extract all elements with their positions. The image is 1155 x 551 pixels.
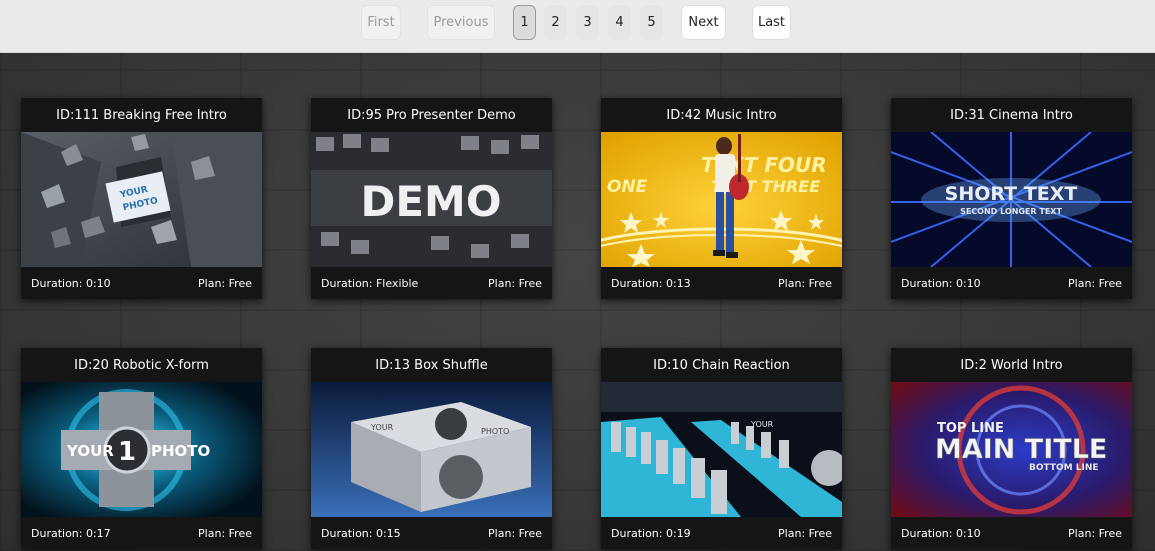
video-duration: Duration: Flexible (321, 276, 419, 290)
thumb-caption: BOTTOM LINE (1029, 463, 1099, 473)
video-meta: Duration: 0:13 Plan: Free (601, 267, 842, 299)
page-4-button[interactable]: 4 (608, 5, 631, 40)
thumb-caption: YOUR (750, 420, 774, 429)
video-thumbnail[interactable]: YOUR (601, 382, 842, 517)
thumb-caption: SECOND LONGER TEXT (960, 207, 1062, 216)
video-thumbnail[interactable]: YOUR 1 PHOTO (21, 382, 262, 517)
first-page-button[interactable]: First (361, 5, 401, 40)
video-title[interactable]: ID:42 Music Intro (601, 98, 842, 132)
next-page-button[interactable]: Next (681, 5, 726, 40)
video-meta: Duration: 0:17 Plan: Free (21, 517, 262, 549)
page-2-button[interactable]: 2 (544, 5, 567, 40)
video-meta: Duration: 0:19 Plan: Free (601, 517, 842, 549)
video-duration: Duration: 0:15 (321, 526, 401, 540)
thumb-caption: YOUR (370, 423, 394, 432)
video-plan: Plan: Free (488, 526, 542, 540)
video-thumbnail[interactable]: DEMO (311, 132, 552, 267)
video-meta: Duration: 0:10 Plan: Free (891, 517, 1132, 549)
page-3-button[interactable]: 3 (576, 5, 599, 40)
video-card[interactable]: ID:31 Cinema Intro SHORT TEXT SECOND LON… (891, 98, 1132, 299)
video-meta: Duration: Flexible Plan: Free (311, 267, 552, 299)
thumb-caption: YOUR (66, 442, 114, 460)
video-plan: Plan: Free (198, 276, 252, 290)
video-thumbnail[interactable]: SHORT TEXT SECOND LONGER TEXT (891, 132, 1132, 267)
video-card[interactable]: ID:111 Breaking Free Intro YOUR PHOTO Du… (21, 98, 262, 299)
pagination-bar: First Previous 1 2 3 4 5 Next Last (0, 0, 1155, 53)
video-meta: Duration: 0:10 Plan: Free (891, 267, 1132, 299)
thumb-caption: PHOTO (481, 427, 509, 436)
thumb-caption: 1 (118, 437, 136, 467)
last-page-button[interactable]: Last (752, 5, 791, 40)
video-title[interactable]: ID:10 Chain Reaction (601, 348, 842, 382)
video-duration: Duration: 0:10 (901, 276, 981, 290)
video-title[interactable]: ID:2 World Intro (891, 348, 1132, 382)
video-title[interactable]: ID:13 Box Shuffle (311, 348, 552, 382)
video-title[interactable]: ID:111 Breaking Free Intro (21, 98, 262, 132)
video-plan: Plan: Free (198, 526, 252, 540)
video-duration: Duration: 0:10 (31, 276, 111, 290)
video-thumbnail[interactable]: TOP LINE MAIN TITLE BOTTOM LINE (891, 382, 1132, 517)
video-plan: Plan: Free (778, 526, 832, 540)
video-card[interactable]: ID:13 Box Shuffle YOUR PHOTO Duration: 0… (311, 348, 552, 549)
video-duration: Duration: 0:10 (901, 526, 981, 540)
thumb-caption: PHOTO (151, 442, 210, 460)
video-title[interactable]: ID:95 Pro Presenter Demo (311, 98, 552, 132)
video-duration: Duration: 0:19 (611, 526, 691, 540)
thumb-caption: DEMO (360, 177, 501, 226)
video-thumbnail[interactable]: YOUR PHOTO (311, 382, 552, 517)
video-duration: Duration: 0:17 (31, 526, 111, 540)
video-plan: Plan: Free (488, 276, 542, 290)
thumb-caption: ONE (607, 177, 648, 197)
video-plan: Plan: Free (1068, 276, 1122, 290)
previous-page-button[interactable]: Previous (427, 5, 495, 40)
video-card[interactable]: ID:2 World Intro TOP LINE MAIN TITLE BOT… (891, 348, 1132, 549)
video-duration: Duration: 0:13 (611, 276, 691, 290)
video-card[interactable]: ID:95 Pro Presenter Demo DEMO Duration: … (311, 98, 552, 299)
video-card[interactable]: ID:42 Music Intro ONE TEXT FOUR TEXT THR… (601, 98, 842, 299)
video-title[interactable]: ID:20 Robotic X-form (21, 348, 262, 382)
video-card[interactable]: ID:10 Chain Reaction YOUR Duration: 0:19… (601, 348, 842, 549)
video-title[interactable]: ID:31 Cinema Intro (891, 98, 1132, 132)
page-5-button[interactable]: 5 (640, 5, 663, 40)
thumb-caption: SHORT TEXT (945, 183, 1078, 205)
video-meta: Duration: 0:15 Plan: Free (311, 517, 552, 549)
video-thumbnail[interactable]: ONE TEXT FOUR TEXT THREE (601, 132, 842, 267)
video-plan: Plan: Free (778, 276, 832, 290)
page-1-button[interactable]: 1 (513, 5, 536, 40)
thumb-caption: MAIN TITLE (935, 434, 1107, 465)
video-plan: Plan: Free (1068, 526, 1122, 540)
video-meta: Duration: 0:10 Plan: Free (21, 267, 262, 299)
video-thumbnail[interactable]: YOUR PHOTO (21, 132, 262, 267)
video-card[interactable]: ID:20 Robotic X-form YOUR 1 PHOTO Durati… (21, 348, 262, 549)
